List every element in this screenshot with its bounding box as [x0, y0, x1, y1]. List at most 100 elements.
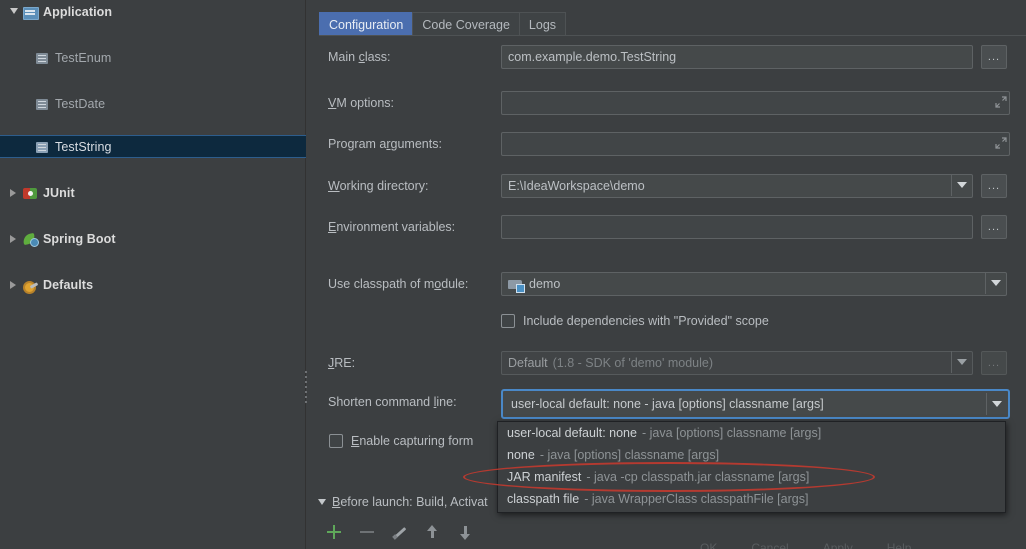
before-launch-toolbar: [325, 523, 475, 541]
add-icon[interactable]: [325, 523, 343, 541]
row-main-class: Main class: com.example.demo.TestString …: [310, 44, 1026, 70]
jre-browse-button[interactable]: ...: [981, 351, 1007, 375]
include-provided-scope-checkbox[interactable]: Include dependencies with "Provided" sco…: [501, 314, 769, 328]
environment-variables-browse-button[interactable]: ...: [981, 215, 1007, 239]
option-desc: - java -cp classpath.jar classname [args…: [586, 470, 810, 484]
checkbox-box[interactable]: [501, 314, 515, 328]
vm-options-input[interactable]: [501, 91, 1010, 115]
move-up-icon[interactable]: [424, 523, 442, 541]
java-class-icon: [34, 96, 50, 112]
tree-item-spring-boot[interactable]: Spring Boot: [0, 227, 306, 250]
expand-editor-icon[interactable]: [994, 136, 1008, 150]
jre-hint: (1.8 - SDK of 'demo' module): [552, 356, 714, 370]
option-desc: - java [options] classname [args]: [539, 448, 720, 462]
main-class-browse-button[interactable]: ...: [981, 45, 1007, 69]
tree-item-label: Spring Boot: [43, 231, 116, 246]
chevron-right-icon[interactable]: [6, 231, 22, 247]
help-button[interactable]: Help: [887, 541, 912, 549]
shorten-command-line-dropdown-popup[interactable]: user-local default: none - java [options…: [497, 421, 1006, 513]
dropdown-option-jar-manifest[interactable]: JAR manifest - java -cp classpath.jar cl…: [498, 466, 1005, 488]
jre-combo[interactable]: Default (1.8 - SDK of 'demo' module): [501, 351, 973, 375]
configurations-tree[interactable]: Application TestEnum TestDate TestString…: [0, 0, 306, 294]
tab-bar: Configuration Code Coverage Logs: [319, 12, 567, 36]
chevron-down-icon: [991, 280, 1001, 286]
java-class-icon: [34, 50, 50, 66]
chevron-down-icon: [992, 401, 1002, 407]
configurations-tree-panel: Application TestEnum TestDate TestString…: [0, 0, 306, 549]
ellipsis-icon: ...: [987, 357, 1001, 369]
working-directory-browse-button[interactable]: ...: [981, 174, 1007, 198]
dropdown-option-classpath-file[interactable]: classpath file - java WrapperClass class…: [498, 488, 1005, 510]
option-name: none: [507, 448, 535, 462]
chevron-down-icon: [957, 182, 967, 188]
use-classpath-of-module-value: demo: [529, 277, 561, 291]
before-launch-section[interactable]: Before launch: Build, Activat: [318, 495, 488, 509]
chevron-down-icon: [957, 359, 967, 365]
run-debug-configurations-dialog: Application TestEnum TestDate TestString…: [0, 0, 1026, 549]
tree-item-label: TestEnum: [55, 50, 112, 65]
ellipsis-icon: ...: [987, 180, 1001, 192]
tree-item-testenum[interactable]: TestEnum: [0, 46, 306, 69]
ellipsis-icon: ...: [987, 51, 1001, 63]
jre-dropdown-arrow[interactable]: [951, 351, 972, 373]
tab-logs[interactable]: Logs: [518, 12, 567, 36]
tree-item-label: JUnit: [43, 185, 75, 200]
apply-button[interactable]: Apply: [823, 541, 853, 549]
tree-item-application[interactable]: Application: [0, 0, 306, 23]
tree-item-label: TestString: [55, 139, 112, 154]
row-environment-variables: Environment variables: ...: [310, 214, 1026, 240]
main-class-input[interactable]: com.example.demo.TestString: [501, 45, 973, 69]
shorten-command-line-combo[interactable]: user-local default: none - java [options…: [501, 389, 1010, 419]
jre-value: Default: [508, 356, 548, 370]
expand-editor-icon[interactable]: [994, 95, 1008, 109]
tree-item-testdate[interactable]: TestDate: [0, 92, 306, 115]
row-vm-options: VM options:: [310, 90, 1026, 116]
tree-item-label: TestDate: [55, 96, 106, 111]
module-icon: [508, 276, 525, 293]
spring-boot-icon: [22, 231, 39, 247]
remove-icon[interactable]: [358, 523, 376, 541]
dropdown-option-none[interactable]: none - java [options] classname [args]: [498, 444, 1005, 466]
move-down-icon[interactable]: [457, 523, 475, 541]
panel-splitter-handle[interactable]: [303, 371, 309, 405]
tab-configuration[interactable]: Configuration: [319, 12, 414, 36]
use-classpath-of-module-label: Use classpath of module:: [328, 277, 469, 291]
shorten-command-line-label: Shorten command line:: [328, 395, 457, 409]
dropdown-option-user-local-default[interactable]: user-local default: none - java [options…: [498, 422, 1005, 444]
program-arguments-input[interactable]: [501, 132, 1010, 156]
row-working-directory: Working directory: E:\IdeaWorkspace\demo…: [310, 173, 1026, 199]
shorten-command-line-dropdown-arrow[interactable]: [986, 393, 1007, 415]
shorten-command-line-value: user-local default: none - java [options…: [511, 397, 824, 411]
use-classpath-of-module-combo[interactable]: demo: [501, 272, 1007, 296]
ok-button[interactable]: OK: [700, 541, 717, 549]
option-desc: - java [options] classname [args]: [641, 426, 822, 440]
dialog-button-bar: OK Cancel Apply Help: [700, 541, 911, 549]
working-directory-dropdown-arrow[interactable]: [951, 174, 972, 196]
working-directory-combo[interactable]: E:\IdeaWorkspace\demo: [501, 174, 973, 198]
chevron-down-icon[interactable]: [6, 4, 22, 20]
cancel-button[interactable]: Cancel: [751, 541, 788, 549]
main-class-value: com.example.demo.TestString: [508, 50, 677, 64]
tab-underline: [319, 35, 1026, 36]
chevron-right-icon[interactable]: [6, 277, 22, 293]
chevron-down-icon[interactable]: [318, 499, 326, 505]
option-desc: - java WrapperClass classpathFile [args]: [584, 492, 809, 506]
chevron-right-icon[interactable]: [6, 185, 22, 201]
jre-label: JRE:: [328, 356, 356, 370]
working-directory-label: Working directory:: [328, 179, 429, 193]
use-classpath-of-module-dropdown-arrow[interactable]: [985, 272, 1006, 294]
tab-code-coverage[interactable]: Code Coverage: [412, 12, 520, 36]
tree-item-teststring[interactable]: TestString: [0, 135, 306, 158]
tab-label: Code Coverage: [422, 17, 510, 32]
enable-capturing-form-checkbox[interactable]: Enable capturing form: [329, 434, 473, 448]
include-provided-scope-label: Include dependencies with "Provided" sco…: [523, 314, 769, 328]
option-name: JAR manifest: [507, 470, 582, 484]
tree-item-label: Application: [43, 4, 113, 19]
ellipsis-icon: ...: [987, 221, 1001, 233]
tree-item-junit[interactable]: JUnit: [0, 181, 306, 204]
environment-variables-input[interactable]: [501, 215, 973, 239]
edit-icon[interactable]: [391, 523, 409, 541]
tree-item-defaults[interactable]: Defaults: [0, 273, 306, 296]
tab-label: Logs: [528, 17, 557, 32]
checkbox-box[interactable]: [329, 434, 343, 448]
